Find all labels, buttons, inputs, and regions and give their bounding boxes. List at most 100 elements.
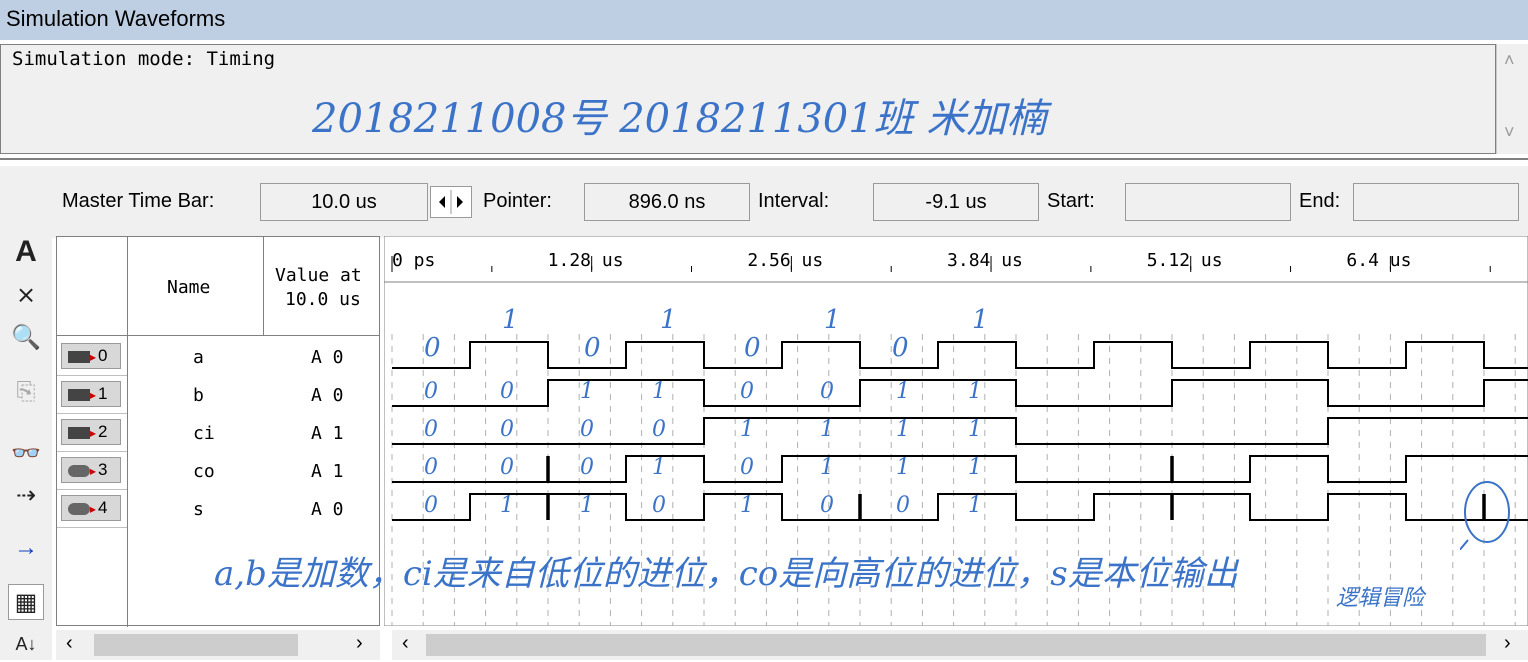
signal-index: 2 [98,422,108,441]
handwritten-a-digit: 0 [744,333,761,363]
scroll-thumb[interactable] [94,634,298,656]
handwritten-b-digit: 1 [652,379,666,404]
window-titlebar [0,0,1528,40]
find-icon[interactable]: 👓 [8,436,44,472]
handwritten-co-digit: 0 [740,455,754,480]
signal-name[interactable]: s [193,499,204,520]
output-pin-icon[interactable]: ▸ 4 [61,495,121,521]
handwritten-s-digit: 0 [424,493,438,518]
handwritten-co-digit: 0 [500,455,514,480]
name-column-header: Name [167,277,211,298]
tick-label: 3.84 us [947,250,1023,271]
handwritten-s-digit: 1 [968,493,982,518]
signal-value: A 0 [311,347,344,368]
signal-value: A 1 [311,423,344,444]
handwritten-ci-digit: 0 [424,417,438,442]
copy-icon[interactable]: ⎘ [8,374,44,410]
pointer-field[interactable]: 896.0 ns [584,183,750,221]
signal-index: 4 [98,498,108,517]
handwritten-a-digit: 0 [584,333,601,363]
scroll-right-icon[interactable]: › [1504,632,1511,655]
handwritten-ci-digit: 1 [740,417,754,442]
handwritten-co-digit: 1 [652,455,666,480]
handwritten-ci-digit: 1 [896,417,910,442]
signal-name[interactable]: a [193,347,204,368]
signal-horizontal-scrollbar[interactable]: ‹ › [56,630,380,660]
scroll-left-icon[interactable]: ‹ [402,632,409,655]
value-column-header-line2: 10.0 us [285,289,361,310]
handwritten-b-digit: 0 [740,379,754,404]
left-right-arrows-icon [439,190,463,214]
handwritten-ci-digit: 0 [652,417,666,442]
handwritten-co-digit: 1 [968,455,982,480]
scroll-up-icon[interactable]: ˄ [1504,50,1515,71]
handwritten-top-digit: 1 [502,305,519,335]
handwritten-ci-digit: 0 [500,417,514,442]
scroll-right-icon[interactable]: › [356,632,363,655]
value-column-header-line1: Value at [275,265,362,286]
tick-label: 2.56 us [747,250,823,271]
signal-value: A 1 [311,461,344,482]
sort-icon[interactable]: A↓ [8,626,44,662]
start-label: Start: [1047,190,1095,212]
output-pin-icon[interactable]: ▸ 3 [61,457,121,483]
handwritten-top-digit: 1 [660,305,677,335]
input-pin-icon[interactable]: ▸ 2 [61,419,121,445]
handwritten-b-digit: 1 [896,379,910,404]
signal-name[interactable]: co [193,461,215,482]
end-label: End: [1299,190,1341,212]
input-pin-icon[interactable]: ▸ 0 [61,343,121,369]
handwritten-s-digit: 0 [652,493,666,518]
signal-name[interactable]: b [193,385,204,406]
window-title: Simulation Waveforms [6,6,226,31]
tick-label: 0 ps [392,250,435,271]
handwritten-co-digit: 0 [424,455,438,480]
arrow-icon[interactable]: → [8,530,44,566]
handwritten-student-info: 2018211008号 2018211301班 米加楠 [312,96,1047,142]
scroll-thumb[interactable] [426,634,1486,656]
start-field[interactable] [1125,183,1291,221]
handwritten-ci-digit: 1 [968,417,982,442]
handwritten-s-digit: 0 [820,493,834,518]
tick-label: 6.4 us [1346,250,1411,271]
signal-index: 3 [98,460,108,479]
waveform-horizontal-scrollbar[interactable]: ‹ › [392,630,1528,660]
handwritten-b-digit: 0 [424,379,438,404]
end-field[interactable] [1353,183,1519,221]
find-next-icon[interactable]: ⇢ [8,478,44,514]
mode-panel-vertical-scrollbar[interactable]: ˄ ˅ [1496,44,1528,154]
handwritten-b-digit: 0 [500,379,514,404]
handwritten-a-digit: 0 [424,333,441,363]
master-time-bar-stepper[interactable] [430,186,472,218]
input-pin-icon[interactable]: ▸ 1 [61,381,121,407]
signal-name[interactable]: ci [193,423,215,444]
waveform-editing-icon[interactable]: ⨯ [8,278,44,314]
handwritten-b-digit: 1 [968,379,982,404]
scroll-down-icon[interactable]: ˅ [1504,122,1515,143]
tick-label: 1.28 us [548,250,624,271]
master-time-bar-field[interactable]: 10.0 us [260,183,428,221]
handwritten-ci-digit: 1 [820,417,834,442]
pointer-label: Pointer: [483,190,552,212]
grid-icon[interactable]: ▦ [8,584,44,620]
handwritten-ci-digit: 0 [580,417,594,442]
signal-value: A 0 [311,385,344,406]
text-tool-icon[interactable]: A [8,234,44,270]
splitter[interactable] [0,158,1528,160]
handwritten-glitch-note: 逻辑冒险 [1336,586,1425,611]
interval-field[interactable]: -9.1 us [873,183,1039,221]
handwritten-co-digit: 1 [820,455,834,480]
scroll-left-icon[interactable]: ‹ [66,632,73,655]
handwritten-a-digit: 0 [892,333,909,363]
signal-index: 1 [98,384,108,403]
handwritten-s-digit: 0 [896,493,910,518]
handwritten-bottom-note: a,b是加数，ci是来自低位的进位，co是向高位的进位，s是本位输出 [214,554,1238,594]
handwritten-b-digit: 1 [580,379,594,404]
signal-value: A 0 [311,499,344,520]
handwritten-s-digit: 1 [740,493,754,518]
left-tool-strip: A ⨯ 🔍 ⎘ 👓 ⇢ → ▦ A↓ [0,180,52,660]
zoom-icon[interactable]: 🔍 [8,320,44,356]
handwritten-top-digit: 1 [824,305,841,335]
handwritten-co-digit: 0 [580,455,594,480]
handwritten-s-digit: 1 [580,493,594,518]
